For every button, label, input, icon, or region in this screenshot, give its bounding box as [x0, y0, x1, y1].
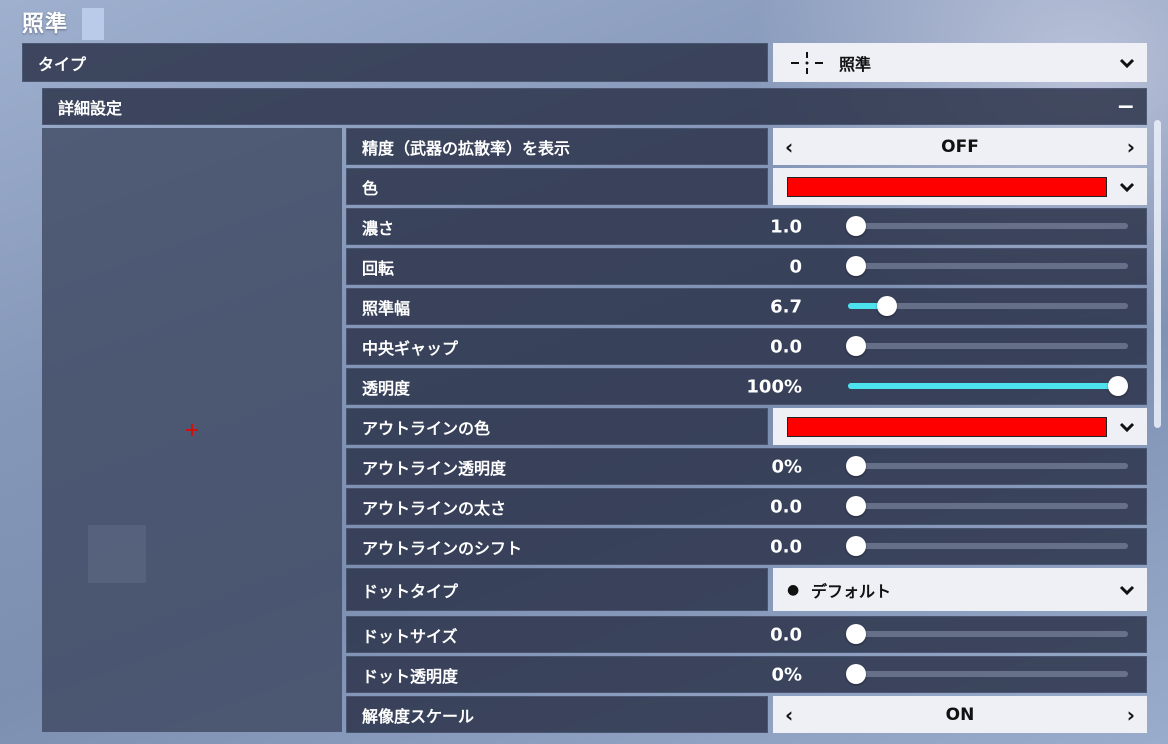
color-row: 色: [346, 168, 768, 205]
decorative-square: [88, 525, 146, 583]
slider-knob[interactable]: [846, 536, 866, 556]
dot-size-label: ドットサイズ: [362, 626, 458, 646]
accuracy-toggle[interactable]: ‹ OFF ›: [773, 128, 1147, 165]
advanced-settings-header[interactable]: 詳細設定 −: [42, 88, 1147, 125]
chevron-down-icon: [1119, 58, 1135, 68]
transparency-value: 100%: [746, 376, 802, 397]
outline-color-dropdown[interactable]: [773, 408, 1147, 445]
slider-knob[interactable]: [846, 216, 866, 236]
crosshair-preview: [42, 128, 342, 732]
outline-color-label: アウトラインの色: [362, 418, 491, 438]
chevron-down-icon: [1119, 585, 1135, 595]
outline-color-swatch: [787, 416, 1107, 437]
rotation-value: 0: [789, 256, 802, 277]
dot-type-label: ドットタイプ: [362, 581, 459, 601]
collapse-icon[interactable]: −: [1117, 94, 1135, 119]
outline-opacity-slider[interactable]: [846, 456, 1128, 476]
rotation-slider[interactable]: [846, 256, 1128, 276]
color-dropdown[interactable]: [773, 168, 1147, 205]
outline-color-row: アウトラインの色: [346, 408, 768, 445]
arrow-right-icon[interactable]: ›: [1127, 703, 1135, 727]
outline-shift-slider[interactable]: [846, 536, 1128, 556]
dot-size-slider[interactable]: [846, 624, 1128, 644]
dot-type-dropdown[interactable]: ● デフォルト: [773, 568, 1147, 611]
resolution-scale-value: ON: [945, 704, 975, 725]
outline-shift-label: アウトラインのシフト: [362, 538, 523, 558]
aim-width-slider[interactable]: [848, 296, 1128, 316]
chevron-down-icon: [1119, 422, 1135, 432]
section-title: 詳細設定: [58, 98, 123, 118]
type-dropdown[interactable]: 照準: [773, 43, 1147, 82]
accuracy-value: OFF: [941, 136, 979, 157]
slider-knob[interactable]: [846, 336, 866, 356]
dot-size-value: 0.0: [770, 624, 802, 645]
arrow-right-icon[interactable]: ›: [1127, 135, 1135, 159]
type-label: タイプ: [38, 54, 87, 74]
rotation-label: 回転: [362, 258, 395, 278]
dot-opacity-value: 0%: [771, 664, 802, 685]
scrollbar[interactable]: [1154, 120, 1161, 428]
type-row: タイプ: [22, 43, 768, 82]
type-selected: 照準: [839, 54, 872, 74]
slider-knob[interactable]: [846, 256, 866, 276]
center-gap-label: 中央ギャップ: [362, 338, 459, 358]
color-swatch: [787, 176, 1107, 197]
accuracy-row: 精度（武器の拡散率）を表示: [346, 128, 768, 165]
aim-width-label: 照準幅: [362, 298, 411, 318]
dot-type-selected: デフォルト: [811, 581, 892, 601]
title-highlight: [82, 8, 104, 40]
outline-opacity-label: アウトライン透明度: [362, 458, 507, 478]
dot-opacity-slider[interactable]: [846, 664, 1128, 684]
slider-knob[interactable]: [846, 496, 866, 516]
slider-knob[interactable]: [877, 296, 897, 316]
dot-type-row: ドットタイプ: [346, 568, 768, 611]
crosshair-icon: [791, 52, 823, 74]
strength-slider[interactable]: [846, 216, 1128, 236]
slider-fill: [848, 383, 1118, 389]
slider-knob[interactable]: [1108, 376, 1128, 396]
outline-shift-value: 0.0: [770, 536, 802, 557]
preview-crosshair-icon: [186, 424, 198, 436]
transparency-slider[interactable]: [848, 376, 1128, 396]
strength-value: 1.0: [770, 216, 802, 237]
slider-knob[interactable]: [846, 456, 866, 476]
accuracy-label: 精度（武器の拡散率）を表示: [362, 138, 571, 158]
resolution-scale-toggle[interactable]: ‹ ON ›: [773, 696, 1147, 733]
dot-opacity-label: ドット透明度: [362, 666, 459, 686]
aim-width-value: 6.7: [770, 296, 802, 317]
slider-knob[interactable]: [846, 664, 866, 684]
center-gap-slider[interactable]: [846, 336, 1128, 356]
dot-bullet-icon: ●: [787, 581, 800, 598]
outline-thickness-slider[interactable]: [846, 496, 1128, 516]
color-label: 色: [362, 178, 379, 198]
resolution-scale-label: 解像度スケール: [362, 706, 475, 726]
outline-opacity-value: 0%: [771, 456, 802, 477]
center-gap-value: 0.0: [770, 336, 802, 357]
slider-knob[interactable]: [846, 624, 866, 644]
resolution-scale-row: 解像度スケール: [346, 696, 768, 733]
outline-thickness-value: 0.0: [770, 496, 802, 517]
transparency-label: 透明度: [362, 378, 411, 398]
strength-label: 濃さ: [362, 218, 395, 238]
outline-thickness-label: アウトラインの太さ: [362, 498, 507, 518]
page-title: 照準: [22, 12, 69, 37]
chevron-down-icon: [1119, 182, 1135, 192]
